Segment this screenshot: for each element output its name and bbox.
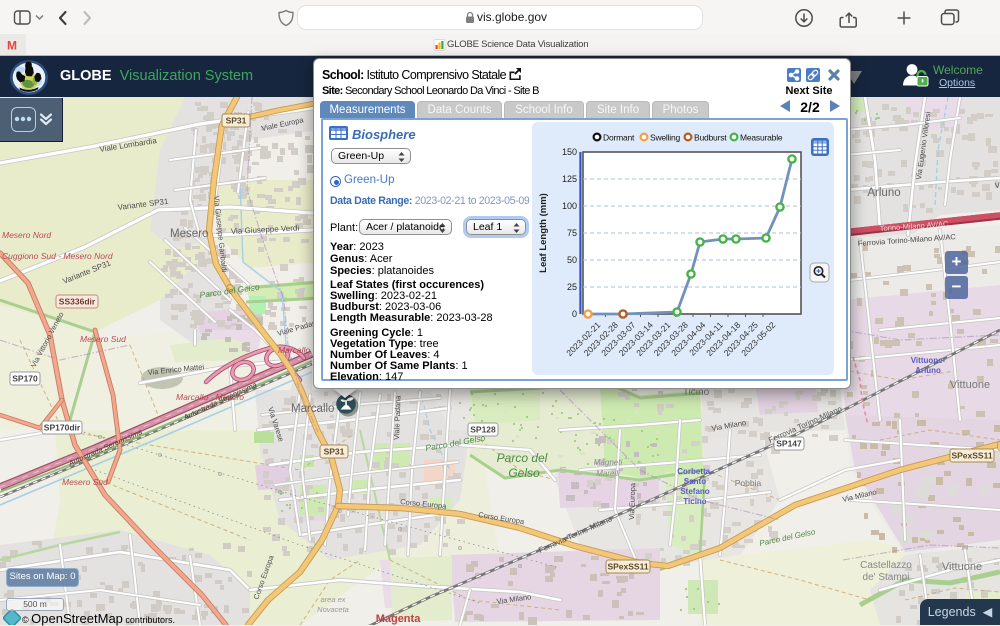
svg-text:Dormant: Dormant xyxy=(603,133,635,143)
svg-text:Gelso: Gelso xyxy=(508,466,540,480)
svg-text:Budburst: Budburst xyxy=(694,133,727,143)
svg-text:Mesero Nord: Mesero Nord xyxy=(2,230,51,240)
svg-text:Marcallo: Marcallo xyxy=(291,403,334,415)
svg-text:Arluno: Arluno xyxy=(867,187,900,199)
svg-text:Cuggiono Sud - Mesero Nord: Cuggiono Sud - Mesero Nord xyxy=(2,251,113,261)
svg-text:50: 50 xyxy=(567,255,577,265)
svg-text:Leaf Length (mm): Leaf Length (mm) xyxy=(538,193,549,273)
svg-text:Parco del: Parco del xyxy=(497,451,548,465)
svg-text:150: 150 xyxy=(562,147,577,157)
svg-text:Measurable: Measurable xyxy=(740,133,783,143)
svg-text:Magneti: Magneti xyxy=(594,458,623,467)
svg-text:Stefano: Stefano xyxy=(680,487,709,496)
svg-text:Santo: Santo xyxy=(684,477,706,486)
svg-text:Magenta: Magenta xyxy=(376,613,422,625)
svg-text:Castellazzo: Castellazzo xyxy=(860,560,912,571)
svg-text:SS336dir: SS336dir xyxy=(59,297,96,307)
svg-text:Via Fil: Via Fil xyxy=(994,179,1000,190)
svg-text:SP170dir: SP170dir xyxy=(44,423,81,433)
svg-text:SP31: SP31 xyxy=(226,116,247,126)
svg-text:Via Europa: Via Europa xyxy=(627,482,637,520)
svg-text:Pobbia: Pobbia xyxy=(735,478,762,488)
svg-text:Marelli: Marelli xyxy=(596,469,620,478)
svg-text:Mesero: Mesero xyxy=(170,228,208,240)
svg-text:Swelling: Swelling xyxy=(650,133,681,143)
svg-text:Vittuone: Vittuone xyxy=(950,379,990,391)
svg-text:SP31: SP31 xyxy=(324,447,345,457)
svg-text:SPexSS11: SPexSS11 xyxy=(951,451,992,461)
svg-text:M: M xyxy=(7,39,17,53)
svg-text:Vittuone-: Vittuone- xyxy=(911,356,946,365)
svg-text:SP170: SP170 xyxy=(12,374,38,384)
svg-text:Ticino: Ticino xyxy=(683,497,707,506)
svg-text:25: 25 xyxy=(567,282,577,292)
svg-text:100: 100 xyxy=(562,201,577,211)
svg-text:Viale Padana: Viale Padana xyxy=(392,394,403,440)
svg-text:Marcallo: Marcallo xyxy=(278,345,310,355)
svg-text:125: 125 xyxy=(562,174,577,184)
svg-text:SPexSS11: SPexSS11 xyxy=(607,562,648,572)
svg-text:area ex: area ex xyxy=(320,595,345,604)
svg-text:Corbetta-: Corbetta- xyxy=(677,467,713,476)
svg-text:Novaceta: Novaceta xyxy=(317,605,349,614)
svg-text:Mesero Sud: Mesero Sud xyxy=(80,334,126,344)
svg-text:Mesero Sud: Mesero Sud xyxy=(62,477,108,487)
svg-text:0: 0 xyxy=(572,309,577,319)
svg-text:Vittuone: Vittuone xyxy=(942,561,982,573)
svg-text:de' Stampi: de' Stampi xyxy=(863,572,910,583)
svg-text:75: 75 xyxy=(567,228,577,238)
svg-text:Arluno: Arluno xyxy=(915,366,941,375)
